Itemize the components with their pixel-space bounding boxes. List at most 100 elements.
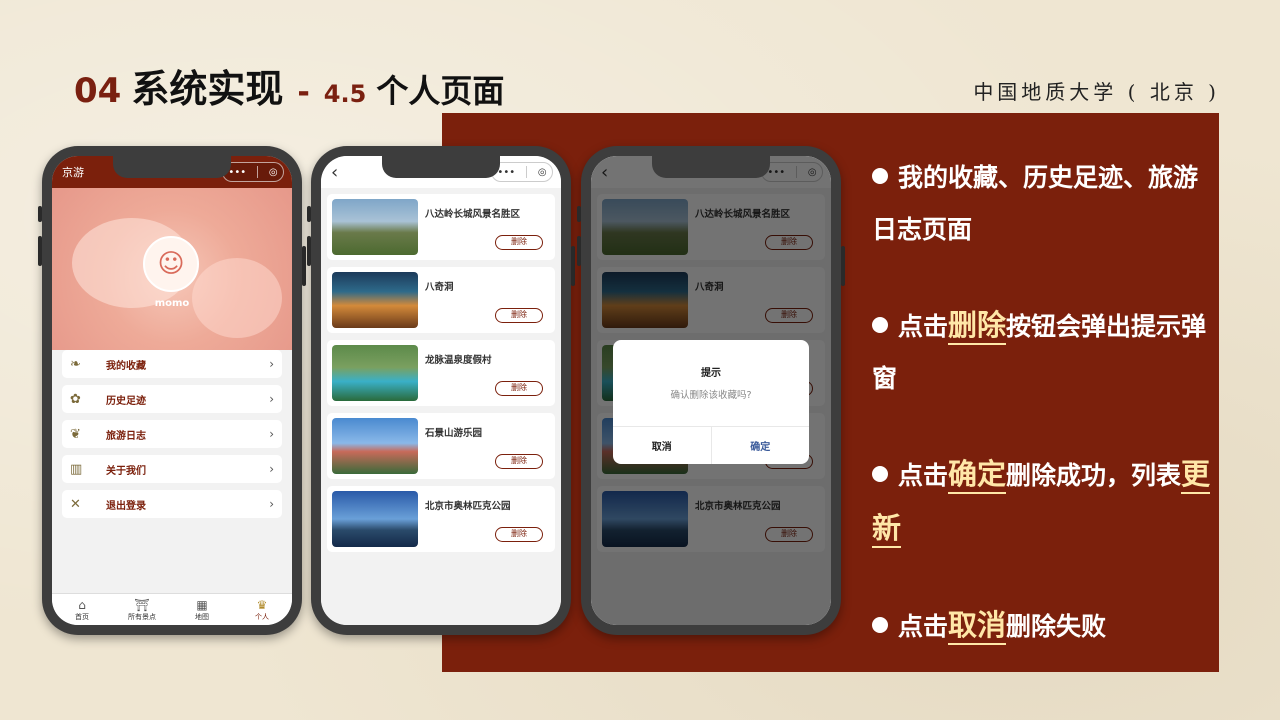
- list-item[interactable]: 北京市奥林匹克公园 删除: [327, 486, 555, 552]
- tab-scenic[interactable]: ⛩ 所有景点: [112, 594, 172, 625]
- item-name: 八奇洞: [425, 282, 454, 293]
- tab-home[interactable]: ⌂ 首页: [52, 594, 112, 625]
- delete-button[interactable]: 删除: [495, 381, 543, 396]
- home-icon: ⌂: [78, 597, 86, 612]
- bullet-highlight: 取消: [948, 608, 1007, 645]
- delete-button[interactable]: 删除: [495, 235, 543, 250]
- mini-program-capsule[interactable]: ••• ◎: [491, 162, 553, 182]
- cancel-button[interactable]: 取消: [613, 427, 712, 464]
- phone-side-button: [302, 246, 306, 286]
- bullet-text: 删除成功，列表: [1006, 461, 1182, 490]
- about-icon: ▥: [70, 461, 83, 477]
- more-icon[interactable]: •••: [497, 167, 515, 178]
- item-name: 石景山游乐园: [425, 428, 483, 439]
- history-icon: ✿: [70, 391, 81, 407]
- tab-label: 地图: [195, 612, 209, 621]
- title-dash: -: [297, 75, 310, 110]
- tab-map[interactable]: ▦ 地图: [172, 594, 232, 625]
- list-item[interactable]: 八达岭长城风景名胜区 删除: [327, 194, 555, 260]
- subsection-title: 个人页面: [376, 72, 505, 110]
- list-item[interactable]: 龙脉温泉度假村 删除: [327, 340, 555, 406]
- phone-notch: [652, 156, 770, 178]
- mini-program-capsule[interactable]: ••• ◎: [222, 162, 284, 182]
- menu-item-label: 退出登录: [106, 500, 146, 512]
- organization-name: 中国地质大学 ( 北京 ): [973, 80, 1220, 104]
- phone-side-button: [307, 206, 311, 222]
- phone-notch: [113, 156, 231, 178]
- chevron-right-icon: ›: [269, 427, 274, 441]
- dialog-message: 确认删除该收藏吗?: [670, 390, 752, 401]
- bullet-text: 点击: [898, 612, 949, 641]
- phone-side-button: [577, 236, 581, 266]
- tab-profile[interactable]: ♛ 个人: [232, 594, 292, 625]
- more-icon[interactable]: •••: [228, 167, 246, 178]
- phone-screen: 京游 ••• ◎ ☺ momo ❧ 我的收藏 › ✿ 历史足迹 › ❦ 旅游日志…: [52, 156, 292, 625]
- thumbnail: [332, 199, 418, 255]
- phone-profile: 京游 ••• ◎ ☺ momo ❧ 我的收藏 › ✿ 历史足迹 › ❦ 旅游日志…: [38, 146, 306, 635]
- thumbnail: [332, 491, 418, 547]
- bullet-dot: [872, 466, 888, 482]
- menu-item-label: 我的收藏: [106, 360, 146, 372]
- menu-item-label: 关于我们: [106, 465, 146, 477]
- tab-label: 个人: [255, 612, 269, 621]
- app-title: 京游: [62, 166, 84, 179]
- bullet-item: 点击取消删除失败: [872, 599, 1212, 653]
- delete-button[interactable]: 删除: [495, 527, 543, 542]
- tab-label: 所有景点: [128, 612, 156, 621]
- thumbnail: [332, 272, 418, 328]
- username: momo: [154, 298, 190, 309]
- capsule-divider: [256, 166, 258, 178]
- profile-menu: ❧ 我的收藏 › ✿ 历史足迹 › ❦ 旅游日志 › ▥ 关于我们 › ✕ 退出: [62, 350, 282, 525]
- tab-label: 首页: [75, 612, 89, 621]
- confirm-dialog: 提示 确认删除该收藏吗? 取消 确定: [613, 340, 809, 464]
- phone-side-button: [307, 236, 311, 266]
- profile-icon: ♛: [256, 597, 268, 612]
- menu-item-journal[interactable]: ❦ 旅游日志 ›: [62, 420, 282, 448]
- item-name: 北京市奥林匹克公园: [425, 501, 511, 512]
- section-title: 系统实现: [131, 67, 284, 111]
- back-icon[interactable]: ‹: [331, 162, 338, 183]
- bullet-dot: [872, 168, 888, 184]
- chevron-right-icon: ›: [269, 462, 274, 476]
- page-title: 04 系统实现 - 4.5 个人页面: [74, 58, 504, 111]
- scenic-icon: ⛩: [134, 597, 150, 612]
- chevron-right-icon: ›: [269, 392, 274, 406]
- capsule-divider: [525, 166, 527, 178]
- close-icon[interactable]: ◎: [538, 167, 547, 178]
- confirm-button[interactable]: 确定: [712, 427, 810, 464]
- close-icon[interactable]: ◎: [269, 167, 278, 178]
- map-icon: ▦: [196, 597, 208, 612]
- bullet-text: 我的收藏、历史足迹、旅游日志页面: [872, 163, 1199, 244]
- phone-favorites: ‹ ••• ◎ 八达岭长城风景名胜区 删除 八奇洞 删除 龙脉温泉度假村 删除 …: [307, 146, 575, 635]
- phone-side-button: [38, 236, 42, 266]
- list-item[interactable]: 石景山游乐园 删除: [327, 413, 555, 479]
- chevron-right-icon: ›: [269, 357, 274, 371]
- bullet-item: 我的收藏、历史足迹、旅游日志页面: [872, 152, 1212, 256]
- bottom-tab-bar: ⌂ 首页 ⛩ 所有景点 ▦ 地图 ♛ 个人: [52, 593, 292, 625]
- menu-item-about[interactable]: ▥ 关于我们 ›: [62, 455, 282, 483]
- phone-side-button: [38, 206, 42, 222]
- bullet-text: 点击: [898, 312, 949, 341]
- feature-bullets: 我的收藏、历史足迹、旅游日志页面 点击删除按钮会弹出提示弹窗 点击确定删除成功，…: [872, 152, 1212, 696]
- menu-item-history[interactable]: ✿ 历史足迹 ›: [62, 385, 282, 413]
- favorites-list: 八达岭长城风景名胜区 删除 八奇洞 删除 龙脉温泉度假村 删除 石景山游乐园 删…: [321, 188, 561, 625]
- phone-side-button: [571, 246, 575, 286]
- avatar[interactable]: ☺: [143, 236, 199, 292]
- menu-item-logout[interactable]: ✕ 退出登录 ›: [62, 490, 282, 518]
- bullet-dot: [872, 317, 888, 333]
- logout-icon: ✕: [70, 496, 81, 512]
- delete-button[interactable]: 删除: [495, 454, 543, 469]
- delete-button[interactable]: 删除: [495, 308, 543, 323]
- list-item[interactable]: 八奇洞 删除: [327, 267, 555, 333]
- profile-header: ☺ momo: [52, 188, 292, 350]
- bullet-text: 删除失败: [1006, 612, 1107, 641]
- chevron-right-icon: ›: [269, 497, 274, 511]
- phone-delete-dialog: ‹ ••• ◎ 八达岭长城风景名胜区 删除 八奇洞 删除 龙脉温泉度假村: [577, 146, 845, 635]
- phone-side-button: [841, 246, 845, 286]
- item-name: 八达岭长城风景名胜区: [425, 209, 521, 220]
- menu-item-favorites[interactable]: ❧ 我的收藏 ›: [62, 350, 282, 378]
- dialog-title: 提示: [701, 368, 721, 379]
- thumbnail: [332, 345, 418, 401]
- section-number: 04: [74, 71, 122, 111]
- bullet-highlight: 删除: [948, 308, 1007, 345]
